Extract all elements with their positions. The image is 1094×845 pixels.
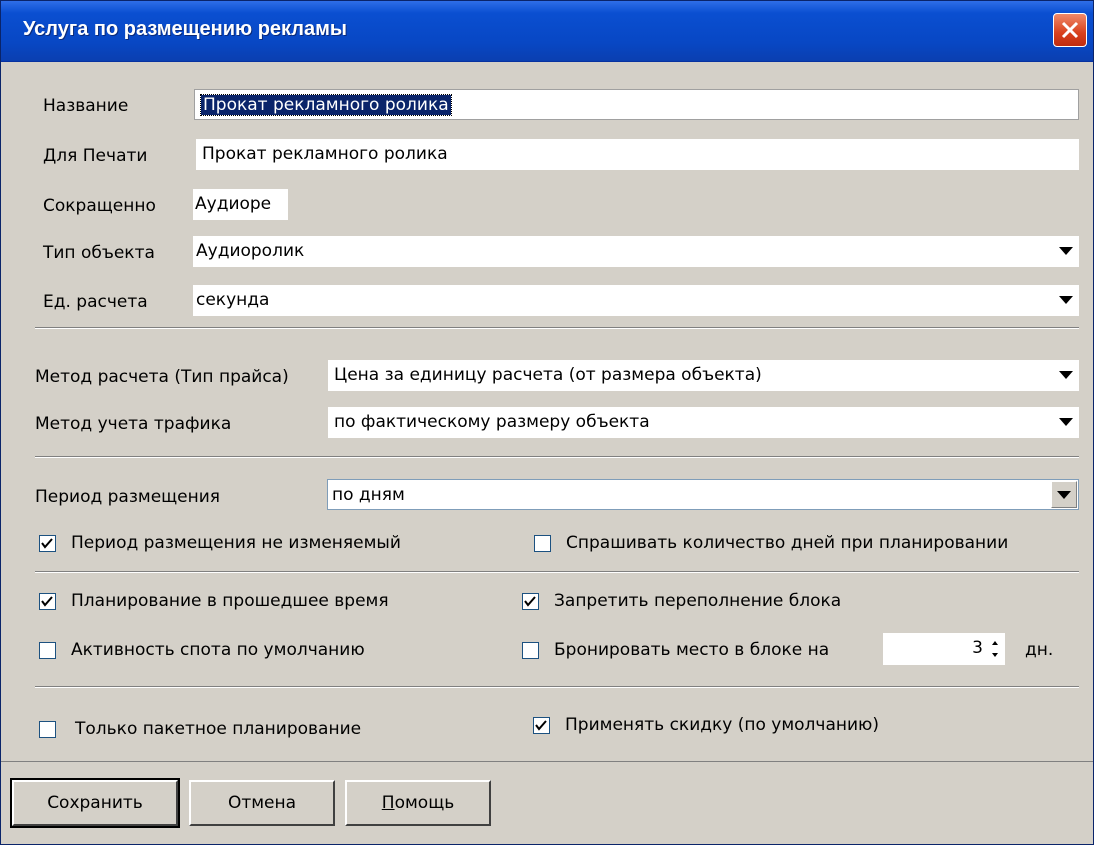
- traffic-method-value: по фактическому размеру объекта: [334, 412, 650, 432]
- period-value: по дням: [332, 485, 405, 505]
- reserve-days-spinner[interactable]: 3: [883, 633, 1005, 665]
- name-value: Прокат рекламного ролика: [200, 94, 452, 116]
- traffic-method-select[interactable]: по фактическому размеру объекта: [328, 407, 1079, 438]
- window-title: Услуга по размещению рекламы: [23, 18, 347, 40]
- price-method-select[interactable]: Цена за единицу расчета (от размера объе…: [328, 360, 1079, 391]
- short-input[interactable]: Аудиоре: [193, 189, 288, 220]
- ask-days-label: Спрашивать количество дней при планирова…: [566, 533, 1009, 553]
- print-label: Для Печати: [43, 146, 148, 166]
- period-select[interactable]: по дням: [327, 479, 1079, 510]
- object-type-label: Тип объекта: [43, 243, 155, 263]
- help-label: омощь: [394, 793, 455, 813]
- dialog-window: Услуга по размещению рекламы Название Пр…: [0, 0, 1094, 845]
- help-button[interactable]: Помощь: [345, 780, 491, 826]
- name-label: Название: [43, 96, 129, 116]
- print-input[interactable]: Прокат рекламного ролика: [196, 139, 1079, 170]
- unit-value: секунда: [196, 290, 270, 310]
- reserve-checkbox[interactable]: [522, 642, 539, 659]
- unit-select[interactable]: секунда: [193, 285, 1079, 316]
- dropdown-button[interactable]: [1051, 481, 1077, 508]
- traffic-method-label: Метод учета трафика: [35, 414, 232, 434]
- package-only-checkbox[interactable]: [39, 721, 56, 738]
- block-overflow-label: Запретить переполнение блока: [554, 591, 842, 611]
- help-hotkey: П: [381, 793, 395, 813]
- chevron-down-icon: [1057, 491, 1071, 499]
- block-overflow-checkbox[interactable]: [522, 593, 539, 610]
- check-icon: [41, 596, 53, 607]
- chevron-down-icon[interactable]: [1059, 247, 1073, 255]
- separator: [35, 327, 1079, 329]
- spot-active-label: Активность спота по умолчанию: [71, 640, 365, 660]
- check-icon: [535, 720, 547, 731]
- object-type-value: Аудиоролик: [196, 241, 305, 261]
- price-method-label: Метод расчета (Тип прайса): [35, 367, 289, 387]
- reserve-days-value: 3: [972, 638, 983, 658]
- discount-checkbox[interactable]: [533, 717, 550, 734]
- print-value: Прокат рекламного ролика: [202, 144, 448, 164]
- spin-up-icon[interactable]: [987, 635, 1003, 649]
- price-method-value: Цена за единицу расчета (от размера объе…: [334, 365, 762, 385]
- short-label: Сокращенно: [43, 196, 156, 216]
- check-icon: [41, 538, 53, 549]
- check-icon: [524, 596, 536, 607]
- past-planning-checkbox[interactable]: [39, 593, 56, 610]
- reserve-days-unit: дн.: [1025, 640, 1054, 660]
- spin-down-icon[interactable]: [987, 649, 1003, 663]
- spot-active-checkbox[interactable]: [39, 642, 56, 659]
- cancel-button[interactable]: Отмена: [189, 780, 335, 826]
- period-label: Период размещения: [35, 487, 221, 507]
- chevron-down-icon[interactable]: [1059, 296, 1073, 304]
- chevron-down-icon[interactable]: [1059, 418, 1073, 426]
- close-button[interactable]: [1053, 13, 1087, 47]
- separator: [35, 686, 1079, 688]
- short-value: Аудиоре: [195, 194, 272, 214]
- past-planning-label: Планирование в прошедшее время: [71, 591, 389, 611]
- chevron-down-icon[interactable]: [1059, 371, 1073, 379]
- close-icon: [1061, 21, 1079, 39]
- package-only-label: Только пакетное планирование: [75, 719, 362, 739]
- unit-label: Ед. расчета: [43, 292, 148, 312]
- ask-days-checkbox[interactable]: [534, 535, 551, 552]
- period-fixed-checkbox[interactable]: [39, 535, 56, 552]
- footer-divider: [1, 761, 1093, 762]
- period-fixed-label: Период размещения не изменяемый: [71, 533, 401, 553]
- object-type-select[interactable]: Аудиоролик: [193, 236, 1079, 267]
- name-input[interactable]: Прокат рекламного ролика: [194, 89, 1079, 120]
- title-bar[interactable]: Услуга по размещению рекламы: [1, 1, 1093, 62]
- discount-label: Применять скидку (по умолчанию): [565, 715, 879, 735]
- separator: [35, 456, 1079, 458]
- separator: [35, 571, 1079, 573]
- reserve-label: Бронировать место в блоке на: [554, 640, 830, 660]
- save-button[interactable]: Сохранить: [10, 778, 180, 828]
